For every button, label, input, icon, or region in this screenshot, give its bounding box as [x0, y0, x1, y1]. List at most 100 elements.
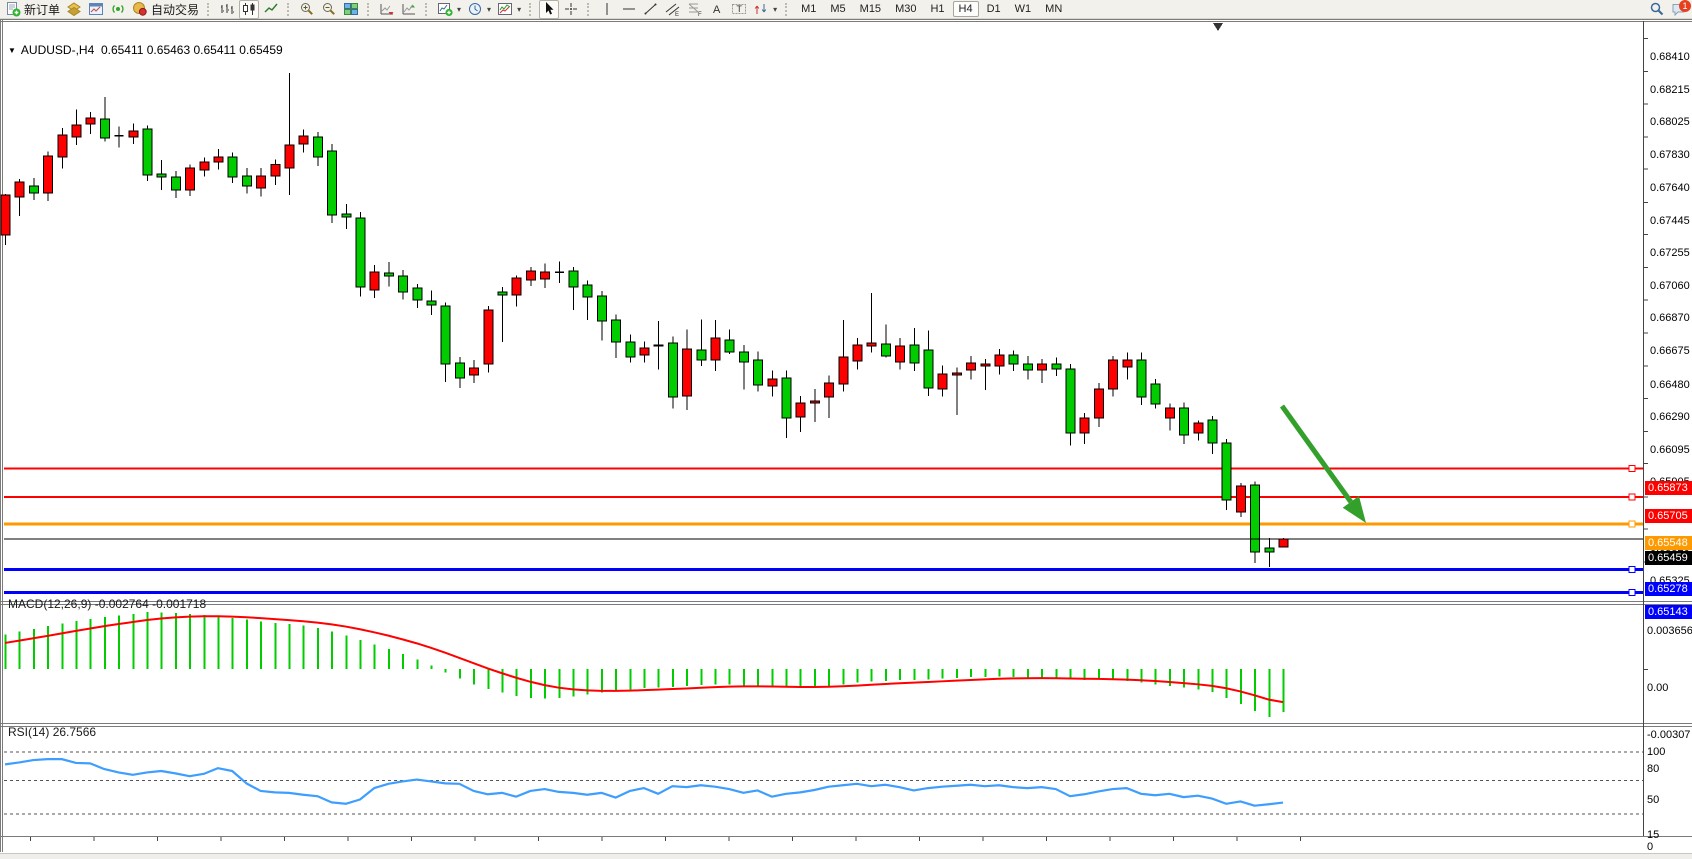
layers-button[interactable]: [64, 1, 84, 18]
crosshair-button[interactable]: [561, 1, 581, 18]
price-axis-label: 0.66095: [1650, 444, 1690, 456]
timeframe-button-w1[interactable]: W1: [1009, 1, 1038, 17]
line-handle[interactable]: [1629, 466, 1635, 472]
text-label-button[interactable]: T: [729, 1, 749, 18]
dropdown-caret-icon[interactable]: ▾: [517, 5, 521, 14]
new-chart-button[interactable]: ▾: [435, 1, 463, 18]
timeframe-button-m5[interactable]: M5: [824, 1, 851, 17]
periods-button[interactable]: ▾: [465, 1, 493, 18]
dropdown-caret-icon[interactable]: ▾: [773, 5, 777, 14]
chart-canvas: [0, 19, 1692, 859]
candle-body: [1208, 420, 1217, 443]
dropdown-caret-icon[interactable]: ▾: [457, 5, 461, 14]
fibonacci-button[interactable]: F: [685, 1, 705, 18]
timeframe-button-h1[interactable]: H1: [924, 1, 950, 17]
timeframe-button-mn[interactable]: MN: [1039, 1, 1068, 17]
candle-body: [1151, 384, 1160, 404]
trend-arrow-head: [1343, 496, 1366, 523]
signal-icon: [110, 1, 126, 17]
trend-arrow-annotation[interactable]: [1282, 406, 1351, 502]
timeframe-button-m1[interactable]: M1: [795, 1, 822, 17]
line-handle[interactable]: [1629, 521, 1635, 527]
cursor-button[interactable]: [539, 0, 559, 19]
candle-body: [1023, 364, 1032, 370]
zoom-in-button[interactable]: [297, 1, 317, 18]
candle-body: [157, 174, 166, 177]
chart-area[interactable]: ▼AUDUSD-,H4 0.65411 0.65463 0.65411 0.65…: [0, 19, 1692, 859]
indicator-axis-label: -0.00307: [1647, 729, 1690, 741]
text-button[interactable]: A: [707, 1, 727, 18]
timeframe-button-h4[interactable]: H4: [953, 1, 979, 17]
candle-body: [569, 271, 578, 287]
chat-button[interactable]: 1: [1669, 1, 1689, 18]
timeframe-button-d1[interactable]: D1: [981, 1, 1007, 17]
candle-body: [1194, 423, 1203, 433]
chart-window-button[interactable]: [86, 1, 106, 18]
dropdown-caret-icon[interactable]: ▾: [487, 5, 491, 14]
candle-body: [1094, 389, 1103, 418]
new-order-button[interactable]: 新订单: [3, 1, 62, 18]
price-line-label: 0.65705: [1645, 509, 1692, 523]
macd-indicator-label: MACD(12,26,9) -0.002764 -0.001718: [8, 597, 206, 611]
chart-title: ▼AUDUSD-,H4 0.65411 0.65463 0.65411 0.65…: [8, 43, 283, 57]
chart-shift-button[interactable]: [377, 1, 397, 18]
chevron-down-icon[interactable]: ▼: [8, 46, 16, 55]
candle-body: [583, 285, 592, 297]
chat-icon: 1: [1671, 1, 1687, 17]
price-axis-label: 0.67830: [1650, 149, 1690, 161]
toolbar-group-objects: ▾ ▾ ▾: [434, 0, 524, 19]
toolbar-group-chart-type: [216, 0, 282, 19]
candle-body: [1066, 369, 1075, 433]
indicator-axis-label: 50: [1647, 794, 1659, 806]
candle-body: [399, 276, 408, 292]
vertical-line-button[interactable]: [597, 1, 617, 18]
new-order-icon: [5, 1, 21, 17]
chart-shift-icon: [379, 1, 395, 17]
horizontal-line-button[interactable]: [619, 1, 639, 18]
candle-body: [413, 288, 422, 300]
candle-body: [668, 343, 677, 397]
chart-ohlc-values: 0.65411 0.65463 0.65411 0.65459: [101, 43, 283, 57]
trendline-button[interactable]: [641, 1, 661, 18]
candle-body: [697, 350, 706, 360]
candle-body: [1165, 408, 1174, 418]
candle-body: [242, 176, 251, 186]
tile-windows-icon: [343, 1, 359, 17]
arrows-button[interactable]: ▾: [751, 1, 779, 18]
bar-chart-button[interactable]: [217, 1, 237, 18]
indicator-axis-label: 80: [1647, 763, 1659, 775]
candle-body: [441, 306, 450, 364]
candle-body: [285, 145, 294, 168]
line-handle[interactable]: [1629, 567, 1635, 573]
chart-shift-marker[interactable]: [1213, 23, 1223, 31]
toolbar-separator: [529, 3, 534, 16]
templates-button[interactable]: ▾: [495, 1, 523, 18]
candle-body: [739, 352, 748, 362]
timeframe-button-m15[interactable]: M15: [854, 1, 887, 17]
search-icon: [1649, 1, 1665, 17]
autotrading-icon: [132, 1, 148, 17]
line-chart-button[interactable]: [261, 1, 281, 18]
candle-body: [470, 368, 479, 375]
candle-body: [313, 137, 322, 157]
equidistant-channel-button[interactable]: E: [663, 1, 683, 18]
autotrading-button[interactable]: 自动交易: [130, 1, 201, 18]
indicator-axis-label: 0.003656: [1647, 625, 1692, 637]
candle-body: [186, 168, 195, 190]
price-line-label: 0.65548: [1645, 536, 1692, 550]
search-button[interactable]: [1647, 1, 1667, 18]
candlestick-button[interactable]: [239, 0, 259, 19]
candle-body: [654, 345, 663, 346]
signal-button[interactable]: [108, 1, 128, 18]
price-line-label: 0.65459: [1645, 551, 1692, 565]
timeframe-button-m30[interactable]: M30: [889, 1, 922, 17]
svg-text:T: T: [737, 4, 743, 14]
candle-body: [1123, 360, 1132, 367]
line-handle[interactable]: [1629, 494, 1635, 500]
line-handle[interactable]: [1629, 590, 1635, 596]
auto-scroll-button[interactable]: [399, 1, 419, 18]
zoom-out-button[interactable]: [319, 1, 339, 18]
tile-windows-button[interactable]: [341, 1, 361, 18]
candle-body: [1137, 360, 1146, 397]
window-bottom-strip: [0, 853, 1692, 859]
